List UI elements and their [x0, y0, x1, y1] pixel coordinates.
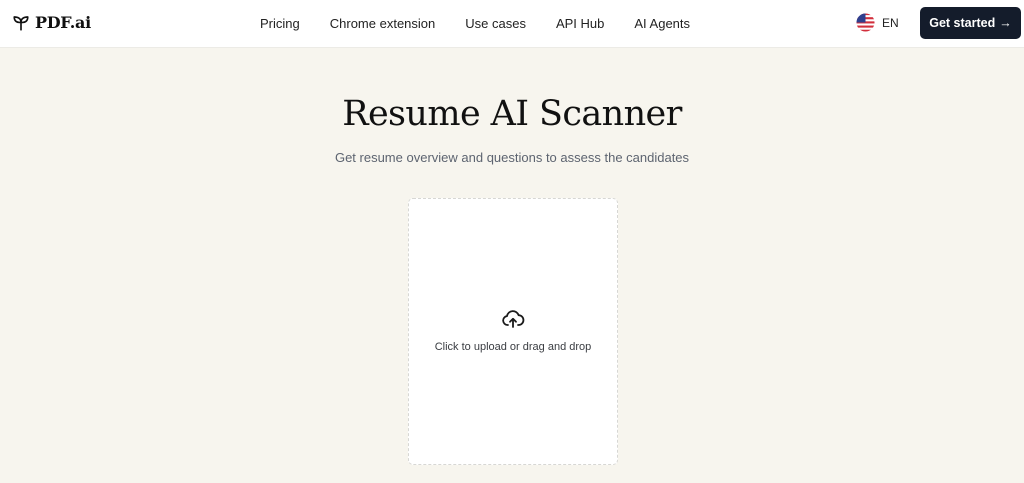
nav-api-hub[interactable]: API Hub: [541, 0, 619, 48]
nav-ai-agents[interactable]: AI Agents: [619, 0, 705, 48]
language-code: EN: [882, 15, 899, 30]
get-started-button[interactable]: Get started →: [920, 7, 1021, 39]
sprout-icon: [13, 15, 29, 31]
page-subtitle: Get resume overview and questions to ass…: [334, 150, 690, 165]
top-navbar: PDF.ai Pricing Chrome extension Use case…: [0, 0, 1024, 48]
arrow-right-icon: →: [999, 16, 1012, 30]
logo-link[interactable]: PDF.ai: [12, 13, 91, 32]
language-selector[interactable]: EN: [856, 13, 899, 32]
nav-use-cases[interactable]: Use cases: [450, 0, 541, 48]
main-nav: Pricing Chrome extension Use cases API H…: [245, 0, 705, 48]
get-started-label: Get started: [929, 16, 996, 30]
upload-instruction: Click to upload or drag and drop: [434, 340, 592, 353]
resume-upload-dropzone[interactable]: Click to upload or drag and drop: [408, 198, 618, 465]
page-title: Resume AI Scanner: [342, 94, 682, 134]
logo-text: PDF.ai: [35, 13, 91, 32]
nav-chrome-extension[interactable]: Chrome extension: [315, 0, 451, 48]
nav-pricing[interactable]: Pricing: [245, 0, 315, 48]
cloud-upload-icon: [502, 309, 525, 328]
us-flag-icon: [856, 13, 875, 32]
